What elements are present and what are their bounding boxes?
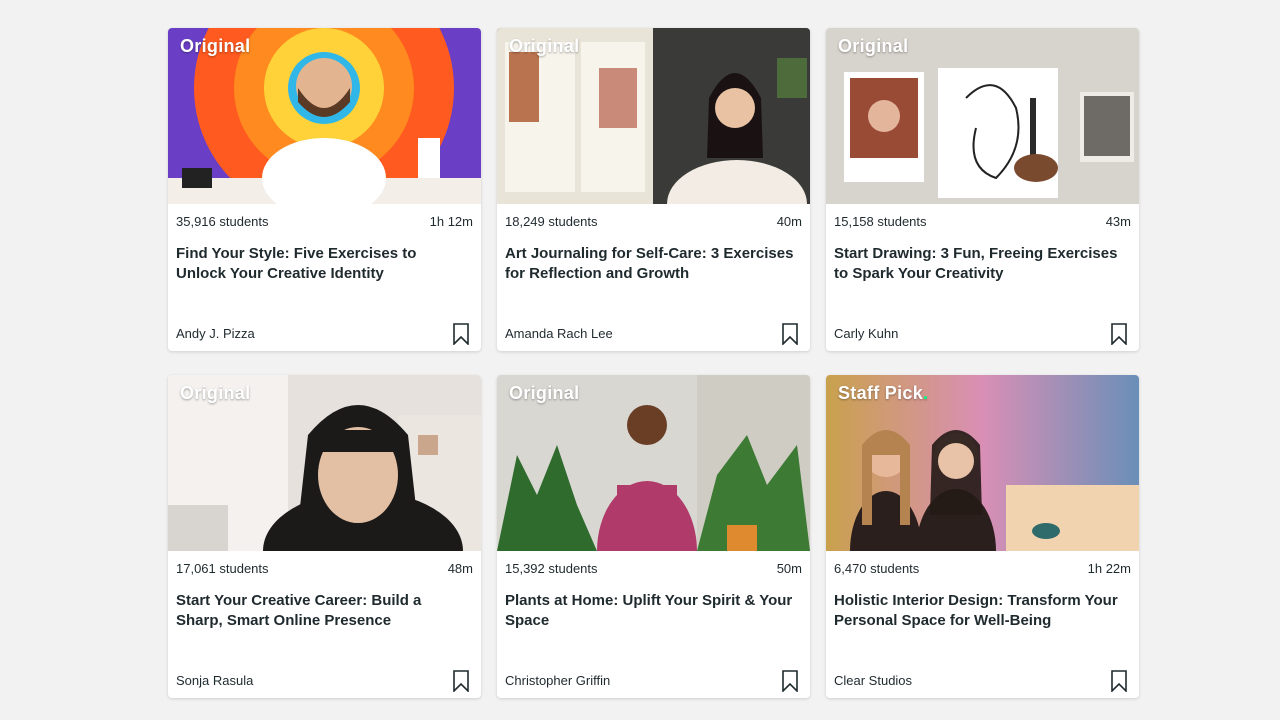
bookmark-icon[interactable] [782,670,798,692]
course-card[interactable]: Original 18,249 students 40m Art Journal… [497,28,810,351]
course-thumbnail[interactable]: Original [168,28,481,204]
course-meta: 17,061 students 48m [176,561,473,576]
course-title[interactable]: Start Your Creative Career: Build a Shar… [176,591,467,631]
badge-dot: . [923,383,929,403]
staff-pick-badge: Staff Pick. [838,383,929,403]
course-card[interactable]: Original 35,916 students 1h 12m Find You… [168,28,481,351]
bookmark-icon[interactable] [453,670,469,692]
course-thumbnail[interactable]: Original [497,375,810,551]
course-thumbnail[interactable]: Original [168,375,481,551]
course-duration: 1h 12m [429,214,473,229]
course-meta: 15,392 students 50m [505,561,802,576]
course-duration: 50m [776,561,802,576]
course-grid: Original 35,916 students 1h 12m Find You… [168,28,1139,698]
course-duration: 48m [447,561,473,576]
student-count: 18,249 students [505,214,598,229]
bookmark-icon[interactable] [1111,670,1127,692]
course-title[interactable]: Find Your Style: Five Exercises to Unloc… [176,244,467,284]
original-badge: Original [509,383,580,403]
original-badge: Original [180,383,251,403]
course-meta: 6,470 students 1h 22m [834,561,1131,576]
course-card[interactable]: Original 15,158 students 43m Start Drawi… [826,28,1139,351]
course-title[interactable]: Art Journaling for Self-Care: 3 Exercise… [505,244,796,284]
course-card[interactable]: Staff Pick. 6,470 students 1h 22m Holist… [826,375,1139,698]
course-duration: 43m [1105,214,1131,229]
course-author[interactable]: Clear Studios [834,673,912,688]
student-count: 17,061 students [176,561,269,576]
course-author[interactable]: Andy J. Pizza [176,326,255,341]
student-count: 6,470 students [834,561,920,576]
course-card[interactable]: Original 15,392 students 50m Plants at H… [497,375,810,698]
original-badge: Original [838,36,909,56]
course-author[interactable]: Sonja Rasula [176,673,253,688]
bookmark-icon[interactable] [453,323,469,345]
course-thumbnail[interactable]: Original [826,28,1139,204]
course-duration: 40m [776,214,802,229]
student-count: 35,916 students [176,214,269,229]
course-duration: 1h 22m [1087,561,1131,576]
student-count: 15,158 students [834,214,927,229]
course-title[interactable]: Holistic Interior Design: Transform Your… [834,591,1125,631]
course-meta: 15,158 students 43m [834,214,1131,229]
bookmark-icon[interactable] [1111,323,1127,345]
course-author[interactable]: Christopher Griffin [505,673,610,688]
course-author[interactable]: Carly Kuhn [834,326,898,341]
course-card[interactable]: Original 17,061 students 48m Start Your … [168,375,481,698]
course-thumbnail[interactable]: Staff Pick. [826,375,1139,551]
student-count: 15,392 students [505,561,598,576]
course-title[interactable]: Plants at Home: Uplift Your Spirit & You… [505,591,796,631]
course-author[interactable]: Amanda Rach Lee [505,326,613,341]
original-badge: Original [509,36,580,56]
course-meta: 18,249 students 40m [505,214,802,229]
course-title[interactable]: Start Drawing: 3 Fun, Freeing Exercises … [834,244,1125,284]
bookmark-icon[interactable] [782,323,798,345]
original-badge: Original [180,36,251,56]
course-thumbnail[interactable]: Original [497,28,810,204]
course-meta: 35,916 students 1h 12m [176,214,473,229]
